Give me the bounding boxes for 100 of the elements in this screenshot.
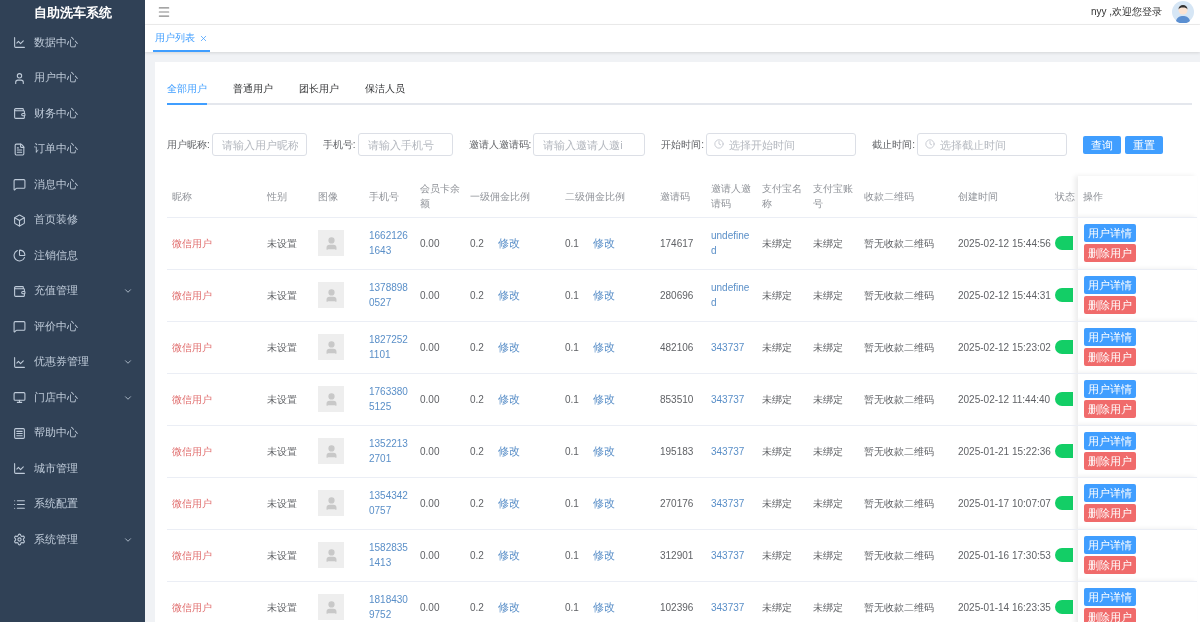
phone-link[interactable]: 15828351413 [364, 529, 415, 581]
edit-link[interactable]: 修改 [592, 444, 615, 457]
phone-link[interactable]: 17633805125 [364, 373, 415, 425]
sidebar-item[interactable]: 系统管理 [0, 522, 145, 558]
delete-button[interactable]: 删除用户 [1084, 504, 1136, 522]
detail-button[interactable]: 用户详情 [1084, 380, 1136, 398]
detail-button[interactable]: 用户详情 [1084, 328, 1136, 346]
reset-button[interactable]: 重置 [1124, 135, 1163, 154]
page-tab[interactable]: 用户列表 [153, 26, 210, 52]
sidebar-item[interactable]: 城市管理 [0, 451, 145, 487]
inviter-link[interactable]: 343737 [706, 581, 757, 622]
edit-link[interactable]: 修改 [497, 236, 520, 249]
status-toggle[interactable] [1055, 392, 1073, 406]
sidebar-item[interactable]: 消息中心 [0, 167, 145, 203]
inviter-link[interactable]: undefined [706, 269, 757, 321]
sidebar-item[interactable]: 门店中心 [0, 380, 145, 416]
table-cell: 0.00 [415, 321, 465, 373]
status-toggle[interactable] [1055, 340, 1073, 354]
sidebar-item[interactable]: 评价中心 [0, 309, 145, 345]
phone-link[interactable]: 18184309752 [364, 581, 415, 622]
table-cell: 2025-02-12 11:44:40 [953, 373, 1055, 425]
edit-link[interactable]: 修改 [592, 548, 615, 561]
sidebar-item[interactable]: 用户中心 [0, 60, 145, 96]
close-icon[interactable] [199, 33, 208, 43]
edit-link[interactable]: 修改 [592, 288, 615, 301]
user-tab[interactable]: 团长用户 [299, 74, 339, 105]
table-cell: 0.00 [415, 477, 465, 529]
sidebar-item[interactable]: 优惠券管理 [0, 344, 145, 380]
edit-link[interactable]: 修改 [497, 288, 520, 301]
inviter-link[interactable]: 343737 [706, 425, 757, 477]
detail-button[interactable]: 用户详情 [1084, 224, 1136, 242]
edit-link[interactable]: 修改 [497, 548, 520, 561]
inviter-link[interactable]: undefined [706, 217, 757, 269]
delete-button[interactable]: 删除用户 [1084, 244, 1136, 262]
avatar-icon[interactable] [1172, 1, 1194, 23]
edit-link[interactable]: 修改 [592, 392, 615, 405]
user-tab[interactable]: 保洁人员 [365, 74, 405, 105]
user-tab[interactable]: 全部用户 [167, 74, 207, 105]
sidebar-item[interactable]: 帮助中心 [0, 415, 145, 451]
sidebar-item[interactable]: 注销信息 [0, 238, 145, 274]
table-cell: 未设置 [262, 373, 313, 425]
rate-text: 0.1 [565, 237, 579, 249]
inviter-link[interactable]: 343737 [706, 477, 757, 529]
input-field[interactable]: 请输入用户昵称 [211, 133, 307, 156]
inviter-link[interactable]: 343737 [706, 321, 757, 373]
table-cell: 未设置 [262, 529, 313, 581]
table-cell: 暂无收款二维码 [859, 217, 953, 269]
input-field[interactable]: 请输入邀请人邀i [533, 133, 646, 156]
delete-button[interactable]: 删除用户 [1084, 608, 1136, 622]
edit-link[interactable]: 修改 [592, 600, 615, 613]
delete-button[interactable]: 删除用户 [1084, 556, 1136, 574]
sidebar-item[interactable]: 数据中心 [0, 25, 145, 61]
delete-button[interactable]: 删除用户 [1084, 452, 1136, 470]
sidebar-item[interactable]: 首页装修 [0, 202, 145, 238]
menu-icon[interactable] [157, 5, 171, 19]
delete-button[interactable]: 删除用户 [1084, 348, 1136, 366]
edit-link[interactable]: 修改 [497, 340, 520, 353]
date-field[interactable]: 选择开始时间 [706, 133, 857, 156]
detail-button[interactable]: 用户详情 [1084, 432, 1136, 450]
table-cell: 微信用户 [167, 477, 262, 529]
status-toggle[interactable] [1055, 548, 1073, 562]
table-cell: 微信用户 [167, 425, 262, 477]
delete-button[interactable]: 删除用户 [1084, 296, 1136, 314]
table-cell: 微信用户 [167, 269, 262, 321]
edit-link[interactable]: 修改 [497, 392, 520, 405]
detail-button[interactable]: 用户详情 [1084, 588, 1136, 606]
edit-link[interactable]: 修改 [592, 236, 615, 249]
sidebar-item[interactable]: 订单中心 [0, 131, 145, 167]
table-cell: 未绑定 [808, 581, 859, 622]
inviter-link[interactable]: 343737 [706, 529, 757, 581]
edit-link[interactable]: 修改 [497, 600, 520, 613]
phone-link[interactable]: 13788980527 [364, 269, 415, 321]
status-toggle[interactable] [1055, 496, 1073, 510]
sidebar-item[interactable]: 财务中心 [0, 96, 145, 132]
edit-link[interactable]: 修改 [592, 496, 615, 509]
column-header: 图像 [313, 176, 364, 217]
status-toggle[interactable] [1055, 288, 1073, 302]
edit-link[interactable]: 修改 [497, 496, 520, 509]
status-toggle[interactable] [1055, 600, 1073, 614]
input-field[interactable]: 请输入手机号 [357, 133, 453, 156]
inviter-link[interactable]: 343737 [706, 373, 757, 425]
sidebar-item[interactable]: 系统配置 [0, 486, 145, 522]
search-button[interactable]: 查询 [1082, 135, 1121, 154]
rate-text: 0.1 [565, 601, 579, 613]
detail-button[interactable]: 用户详情 [1084, 484, 1136, 502]
phone-link[interactable]: 16621261643 [364, 217, 415, 269]
user-tab[interactable]: 普通用户 [233, 74, 273, 105]
edit-link[interactable]: 修改 [497, 444, 520, 457]
phone-link[interactable]: 13543420757 [364, 477, 415, 529]
edit-link[interactable]: 修改 [592, 340, 615, 353]
card-icon [13, 426, 26, 440]
status-toggle[interactable] [1055, 236, 1073, 250]
sidebar-item[interactable]: 充值管理 [0, 273, 145, 309]
phone-link[interactable]: 13522132701 [364, 425, 415, 477]
detail-button[interactable]: 用户详情 [1084, 276, 1136, 294]
delete-button[interactable]: 删除用户 [1084, 400, 1136, 418]
phone-link[interactable]: 18272521101 [364, 321, 415, 373]
table-cell: 微信用户 [167, 373, 262, 425]
detail-button[interactable]: 用户详情 [1084, 536, 1136, 554]
status-toggle[interactable] [1055, 444, 1073, 458]
